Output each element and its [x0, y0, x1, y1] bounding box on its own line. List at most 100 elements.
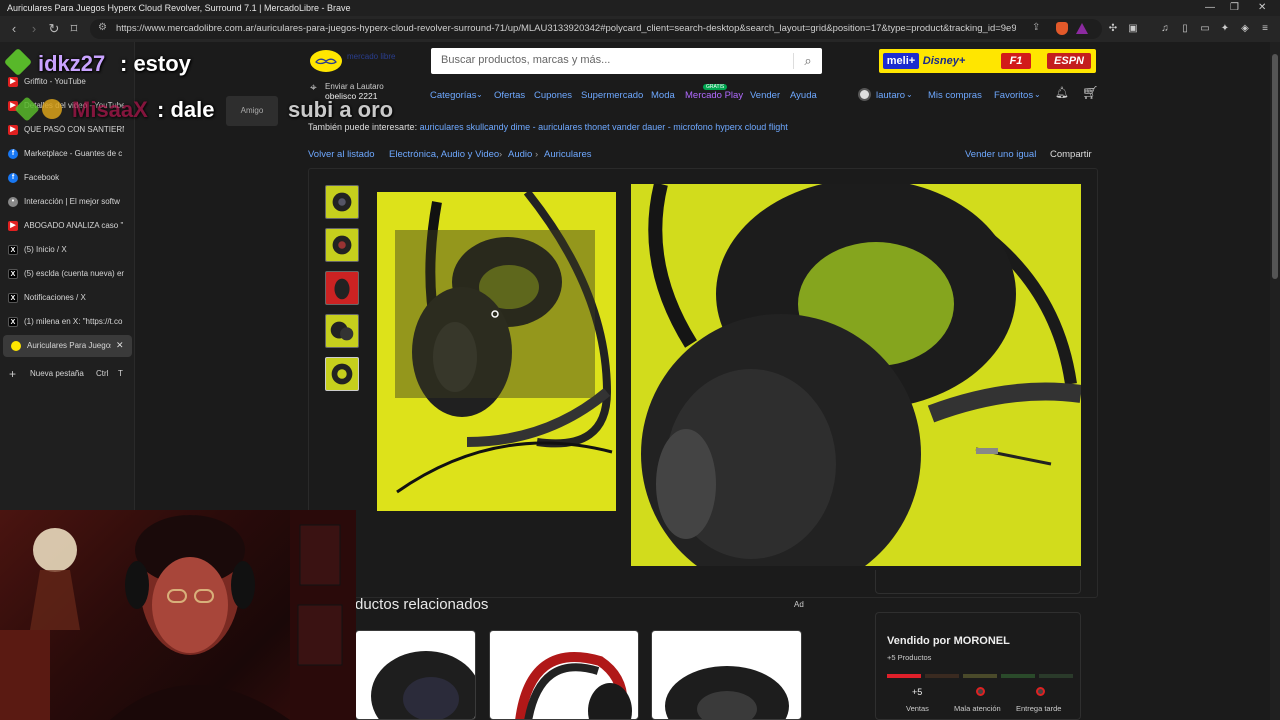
tab-label: Notificaciones / X: [24, 293, 86, 302]
related-product-card[interactable]: [651, 630, 802, 720]
leo-icon[interactable]: ✦: [1218, 22, 1232, 36]
tab-item[interactable]: • Interacción | El mejor softw: [0, 191, 135, 213]
gallery-thumbnail[interactable]: [325, 271, 359, 305]
media-icon[interactable]: ♫: [1158, 22, 1172, 36]
nav-ofertas[interactable]: Ofertas: [494, 90, 525, 101]
back-icon[interactable]: ‹: [6, 21, 22, 37]
search-box[interactable]: ⌕: [431, 48, 822, 74]
tab-label: Marketplace - Guantes de c: [24, 149, 123, 158]
bell-icon[interactable]: 🔔︎: [1055, 86, 1069, 99]
avatar[interactable]: [858, 88, 871, 101]
tab-item[interactable]: X (5) Inicio / X: [0, 239, 135, 261]
cart-icon[interactable]: 🛒︎: [1082, 85, 1099, 101]
share-button[interactable]: Compartir: [1050, 149, 1092, 160]
scrollbar-thumb[interactable]: [1272, 54, 1278, 279]
gallery-thumbnail-selected[interactable]: [325, 357, 359, 391]
delivery-warning-icon: [1036, 687, 1045, 696]
window-titlebar: Auriculares Para Juegos Hyperx Cloud Rev…: [0, 0, 1280, 16]
wallet-icon[interactable]: ▭: [1198, 22, 1212, 36]
nav-moda[interactable]: Moda: [651, 90, 675, 101]
tab-item[interactable]: X (1) milena en X: "https://t.co: [0, 311, 135, 333]
brave-rewards-icon[interactable]: [1076, 23, 1088, 34]
close-tab-icon[interactable]: ✕: [116, 340, 124, 351]
tab-label: Facebook: [24, 173, 60, 182]
f1-logo: F1: [1001, 53, 1031, 69]
tab-label: Auriculares Para Juegos: [27, 341, 111, 350]
breadcrumb-electronica[interactable]: Electrónica, Audio y Video: [389, 149, 499, 160]
tab-label: (5) Inicio / X: [24, 245, 67, 254]
tab-label: (1) milena en X: "https://t.co: [24, 317, 123, 326]
chat-username: MisaaX: [72, 97, 148, 122]
page-scrollbar[interactable]: [1270, 42, 1280, 720]
extensions-icon[interactable]: ✣: [1106, 22, 1120, 36]
related-product-card[interactable]: [489, 630, 639, 720]
generic-icon: •: [8, 197, 18, 207]
tab-item[interactable]: ▶ ABOGADO ANALIZA caso ": [0, 215, 135, 237]
breadcrumb-auriculares[interactable]: Auriculares: [544, 149, 592, 160]
youtube-icon: ▶: [8, 77, 18, 87]
bookmark-icon[interactable]: ⌑: [66, 21, 82, 37]
close-window-button[interactable]: ✕: [1258, 2, 1266, 13]
mercadolibre-logo[interactable]: [310, 50, 342, 72]
reputation-bar-segment: [1039, 674, 1073, 678]
x-icon: X: [8, 245, 18, 255]
gallery-thumbnail[interactable]: [325, 185, 359, 219]
address-bar[interactable]: ⚙ https://www.mercadolibre.com.ar/auricu…: [90, 19, 1102, 39]
product-main-image[interactable]: [377, 192, 616, 511]
reload-icon[interactable]: ↻: [46, 21, 62, 37]
sidebar-icon[interactable]: ▯: [1178, 22, 1192, 36]
shortcut-key: T: [118, 369, 123, 378]
tab-item-active[interactable]: Auriculares Para Juegos ✕: [3, 335, 132, 357]
meli-plus-banner[interactable]: meli+ Disney+ F1 ESPN: [879, 49, 1096, 73]
meli-plus-logo: meli+: [883, 53, 919, 69]
related-product-card[interactable]: [355, 630, 476, 720]
minimize-button[interactable]: —: [1205, 2, 1215, 13]
reputation-bar-segment: [925, 674, 959, 678]
tab-item[interactable]: f Marketplace - Guantes de c: [0, 143, 135, 165]
suggestions-row: También puede interesarte: auriculares s…: [308, 122, 788, 132]
nav-vender[interactable]: Vender: [750, 90, 780, 101]
tab-item[interactable]: f Facebook: [0, 167, 135, 189]
nav-mercado-play[interactable]: Mercado Play: [685, 90, 743, 101]
seller-products-count: +5 Productos: [887, 653, 932, 662]
tab-item[interactable]: X Notificaciones / X: [0, 287, 135, 309]
maximize-button[interactable]: ❐: [1230, 2, 1239, 13]
nav-ayuda[interactable]: Ayuda: [790, 90, 817, 101]
gallery-thumbnail[interactable]: [325, 314, 359, 348]
gallery-thumbnail[interactable]: [325, 228, 359, 262]
breadcrumb-separator: ›: [499, 149, 503, 160]
plus-icon: +: [9, 367, 17, 381]
new-tab-button[interactable]: + Nueva pestaña Ctrl T: [0, 363, 135, 385]
chat-badge-box: Amigo: [226, 96, 278, 126]
nav-categorias[interactable]: Categorías: [430, 90, 476, 101]
forward-icon[interactable]: ›: [26, 21, 42, 37]
chevron-down-icon: ⌄: [1034, 90, 1041, 99]
seller-name[interactable]: Vendido por MORONEL: [887, 635, 1010, 647]
vpn-icon[interactable]: ◈: [1238, 22, 1252, 36]
favoritos-link[interactable]: Favoritos: [994, 90, 1033, 101]
reputation-bar-segment: [887, 674, 921, 678]
tab-item[interactable]: X (5) esclda (cuenta nueva) en: [0, 263, 135, 285]
search-input[interactable]: [441, 54, 781, 66]
x-icon: X: [8, 269, 18, 279]
nav-supermercado[interactable]: Supermercado: [581, 90, 643, 101]
mis-compras-link[interactable]: Mis compras: [928, 90, 982, 101]
site-info-icon[interactable]: ⚙: [98, 22, 107, 33]
back-to-list-link[interactable]: Volver al listado: [308, 149, 375, 160]
location-pin-icon[interactable]: ⌖: [310, 80, 317, 95]
tab-label: Griffito - YouTube: [24, 77, 86, 86]
url-text[interactable]: https://www.mercadolibre.com.ar/auricula…: [116, 23, 1016, 34]
breadcrumb-audio[interactable]: Audio: [508, 149, 532, 160]
menu-icon[interactable]: ≡: [1258, 22, 1272, 36]
share-icon[interactable]: ⇪: [1032, 22, 1040, 33]
screenshot-icon[interactable]: ▣: [1126, 22, 1140, 36]
sell-similar-link[interactable]: Vender uno igual: [965, 149, 1036, 160]
user-menu[interactable]: lautaro: [876, 90, 905, 101]
delivery-label: Entrega tarde: [1016, 704, 1062, 713]
suggestions-links[interactable]: auriculares skullcandy dime - auriculare…: [420, 122, 788, 132]
shortcut-mod: Ctrl: [96, 369, 109, 378]
nav-cupones[interactable]: Cupones: [534, 90, 572, 101]
brave-shields-icon[interactable]: [1056, 22, 1068, 35]
search-icon[interactable]: ⌕: [797, 51, 819, 71]
deliver-to-label[interactable]: Enviar a Lautaro: [325, 82, 384, 91]
